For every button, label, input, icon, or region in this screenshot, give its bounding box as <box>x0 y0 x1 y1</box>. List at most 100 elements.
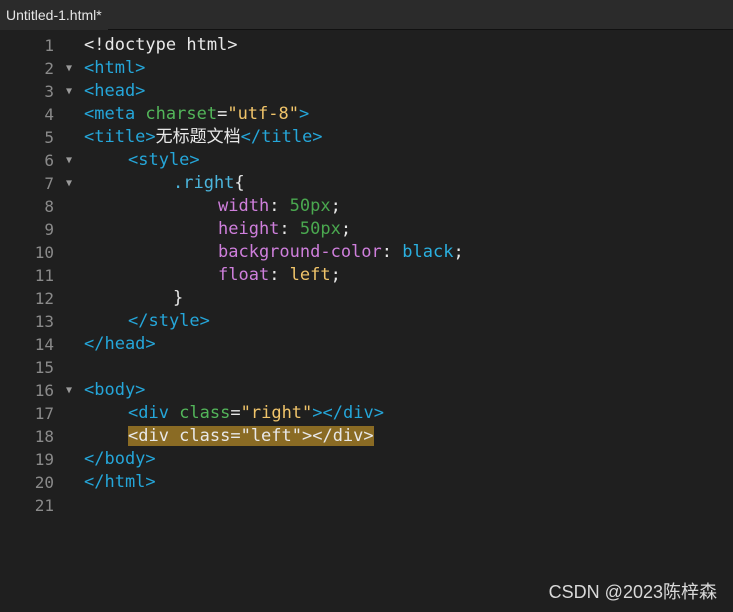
code-line: 21 <box>0 494 733 517</box>
code-text: <body> <box>84 379 145 402</box>
line-number: 14 <box>34 335 54 354</box>
code-text: <head> <box>84 80 145 103</box>
code-line: 13 </style> <box>0 310 733 333</box>
line-number: 3 <box>44 82 54 101</box>
code-text: </html> <box>84 471 156 494</box>
code-text: <meta charset="utf-8"> <box>84 103 309 126</box>
code-text: <style> <box>128 149 200 172</box>
code-text: float: left; <box>218 264 341 287</box>
tag-token: </title> <box>240 127 323 147</box>
code-line: 11 float: left; <box>0 264 733 287</box>
code-line: 1 <!doctype html> <box>0 34 733 57</box>
title-bar: Untitled-1.html* <box>0 0 733 30</box>
semicolon-token: ; <box>340 219 352 239</box>
line-number: 5 <box>44 128 54 147</box>
attribute-token: charset <box>135 104 218 124</box>
tag-token: <style> <box>128 150 200 170</box>
tag-token: <div <box>128 403 169 423</box>
string-token: "utf-8" <box>227 104 299 124</box>
code-line: 15 <box>0 356 733 379</box>
brace-token: } <box>173 288 184 308</box>
tag-token: > <box>298 104 310 124</box>
semicolon-token: ; <box>453 242 464 262</box>
doctype-token: <!doctype html> <box>84 35 238 55</box>
line-number: 7 <box>44 174 54 193</box>
colon-token: : <box>381 242 403 262</box>
fold-arrow-icon[interactable]: ▼ <box>62 57 76 80</box>
code-text: .right{ <box>173 172 245 195</box>
code-line: 2 ▼ <html> <box>0 57 733 80</box>
line-number: 10 <box>34 243 54 262</box>
code-line: 7 ▼ .right{ <box>0 172 733 195</box>
value-token: black <box>402 242 454 262</box>
code-line-highlighted: 18 <div class="left"></div> <box>0 425 733 448</box>
colon-token: : <box>269 265 290 285</box>
code-line: 16 ▼ <body> <box>0 379 733 402</box>
tag-token: </html> <box>84 472 156 492</box>
property-token: float <box>218 265 270 285</box>
code-line: 4 <meta charset="utf-8"> <box>0 103 733 126</box>
code-text: <!doctype html> <box>84 34 238 57</box>
tag-token: <html> <box>84 58 146 78</box>
tag-token: ></div> <box>312 403 384 423</box>
code-line: 5 <title>无标题文档</title> <box>0 126 733 149</box>
code-text: </style> <box>128 310 210 333</box>
brace-token: { <box>234 173 245 193</box>
tag-token: <body> <box>84 380 146 400</box>
fold-arrow-icon[interactable]: ▼ <box>62 80 76 103</box>
string-token: "right" <box>240 403 313 423</box>
code-text: <div class="right"></div> <box>128 402 384 425</box>
semicolon-token: ; <box>330 265 341 285</box>
line-number: 4 <box>44 105 54 124</box>
tag-token: </head> <box>84 334 156 354</box>
line-number: 12 <box>34 289 54 308</box>
code-text: <html> <box>84 57 145 80</box>
line-number: 13 <box>34 312 54 331</box>
code-line: 6 ▼ <style> <box>0 149 733 172</box>
code-line: 14 </head> <box>0 333 733 356</box>
property-token: background-color <box>218 242 382 262</box>
code-line: 20 </html> <box>0 471 733 494</box>
code-text: height: 50px; <box>218 218 351 241</box>
file-tab[interactable]: Untitled-1.html* <box>0 0 108 30</box>
colon-token: : <box>279 219 300 239</box>
value-token: 50px <box>299 219 341 239</box>
code-editor[interactable]: 1 <!doctype html> 2 ▼ <html> 3 ▼ <head> … <box>0 30 733 612</box>
watermark: CSDN @2023陈梓森 <box>548 582 717 602</box>
code-line: 10 background-color: black; <box>0 241 733 264</box>
line-number: 15 <box>34 358 54 377</box>
fold-arrow-icon[interactable]: ▼ <box>62 379 76 402</box>
property-token: height <box>218 219 280 239</box>
fold-arrow-icon[interactable]: ▼ <box>62 149 76 172</box>
tag-token: <meta <box>84 104 136 124</box>
line-number: 1 <box>44 36 54 55</box>
value-token: left <box>289 265 331 285</box>
code-text: } <box>173 287 183 310</box>
property-token: width <box>218 196 270 216</box>
code-text: <title>无标题文档</title> <box>84 126 323 149</box>
line-number: 20 <box>34 473 54 492</box>
line-number: 19 <box>34 450 54 469</box>
line-number: 21 <box>34 496 54 515</box>
code-text: </head> <box>84 333 156 356</box>
semicolon-token: ; <box>330 196 341 216</box>
code-line: 19 </body> <box>0 448 733 471</box>
line-number: 8 <box>44 197 54 216</box>
colon-token: : <box>269 196 290 216</box>
value-token: 50px <box>289 196 331 216</box>
tag-token: </body> <box>84 449 156 469</box>
tag-token: <head> <box>84 81 146 101</box>
operator-token: = <box>217 104 228 124</box>
line-number: 17 <box>34 404 54 423</box>
tag-token: <title> <box>84 127 156 147</box>
operator-token: = <box>230 403 241 423</box>
editor-window: Untitled-1.html* 1 <!doctype html> 2 ▼ <… <box>0 0 733 612</box>
code-line: 3 ▼ <head> <box>0 80 733 103</box>
fold-arrow-icon[interactable]: ▼ <box>62 172 76 195</box>
selected-text[interactable]: <div class="left"></div> <box>128 426 374 446</box>
code-text-selected: <div class="left"></div> <box>128 425 374 448</box>
line-number: 6 <box>44 151 54 170</box>
line-number: 18 <box>34 427 54 446</box>
code-text: background-color: black; <box>218 241 464 264</box>
line-number: 9 <box>44 220 54 239</box>
